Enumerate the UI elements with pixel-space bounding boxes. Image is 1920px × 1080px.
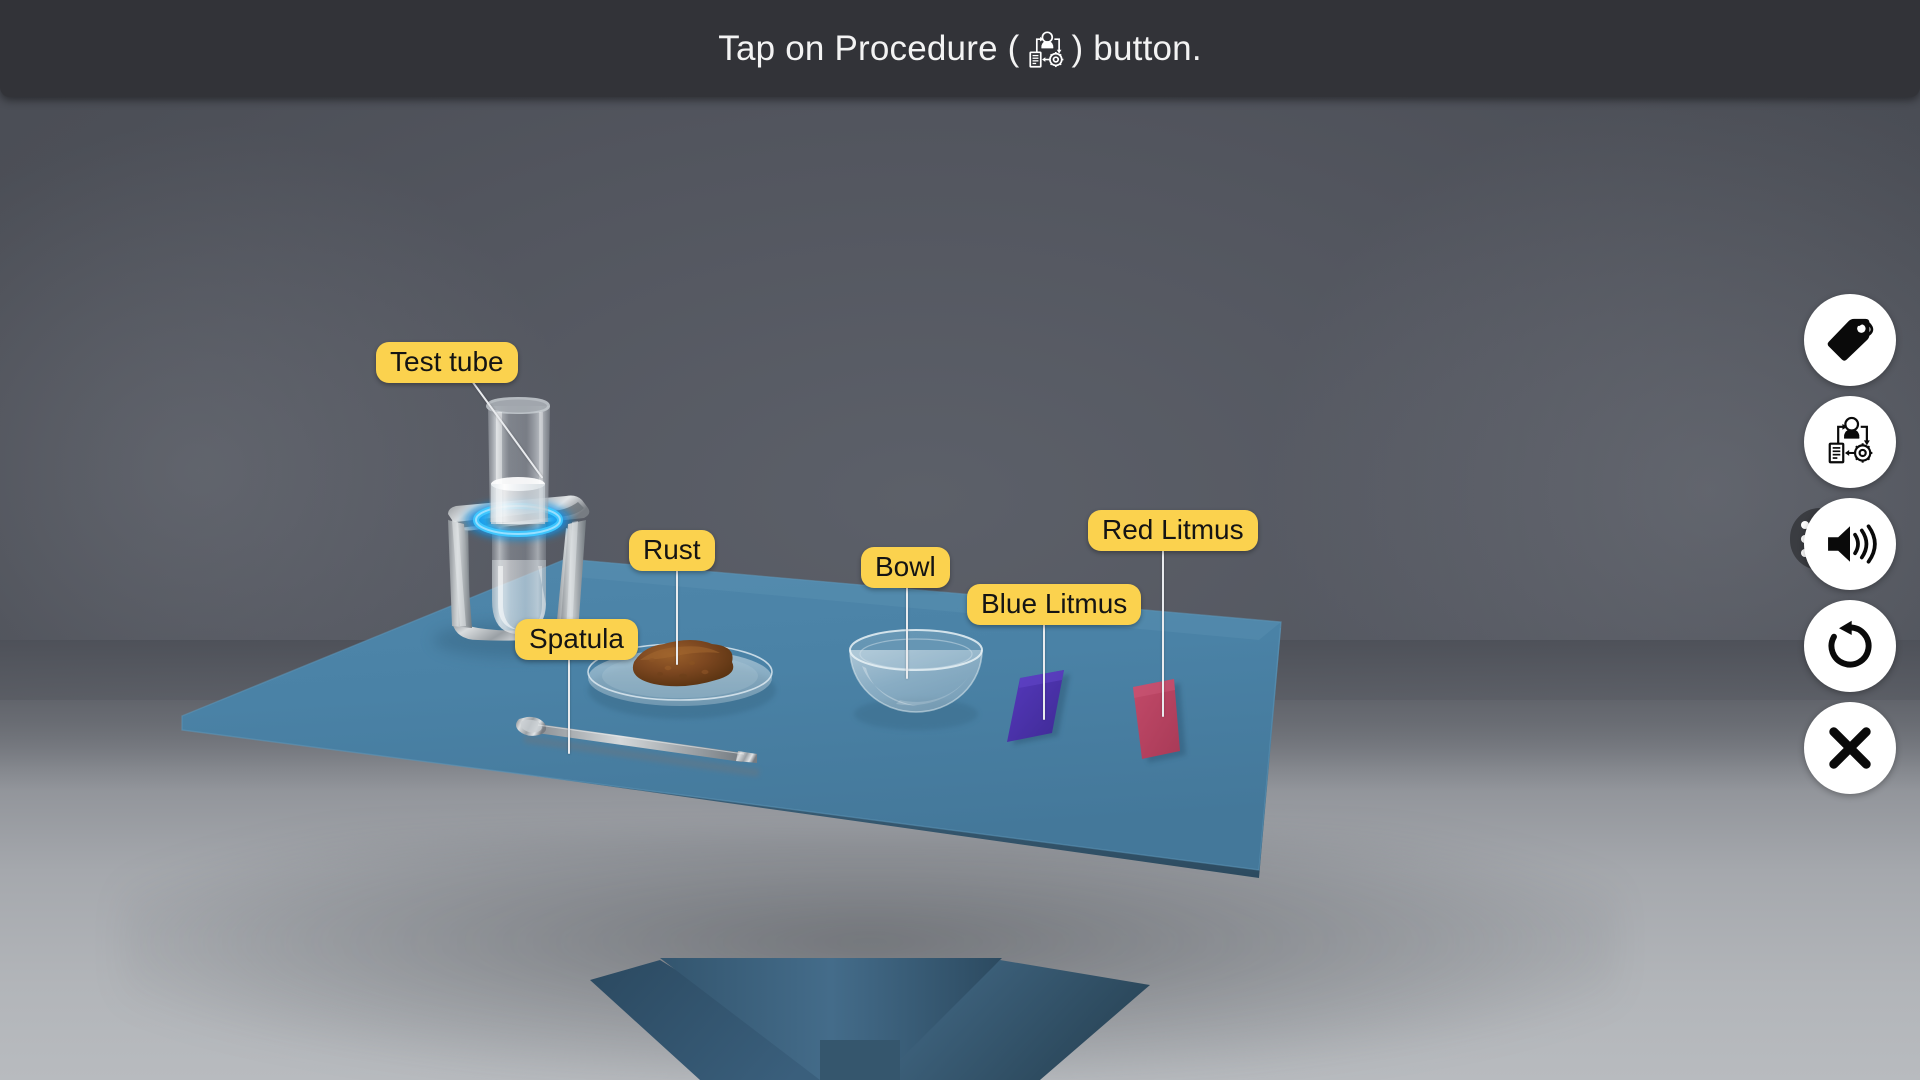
instruction-text-before: Tap on Procedure ( bbox=[718, 28, 1020, 68]
label-bowl[interactable]: Bowl bbox=[861, 547, 950, 589]
leader-line-rust bbox=[676, 567, 678, 665]
close-button[interactable] bbox=[1804, 702, 1896, 794]
sound-button[interactable] bbox=[1804, 498, 1896, 590]
procedure-icon bbox=[1823, 415, 1877, 469]
glass-bowl[interactable] bbox=[849, 629, 983, 730]
leader-line-spatula bbox=[568, 656, 570, 754]
instruction-banner: Tap on Procedure () button. bbox=[0, 0, 1920, 97]
label-red-litmus[interactable]: Red Litmus bbox=[1088, 510, 1258, 552]
label-rust[interactable]: Rust bbox=[629, 530, 715, 572]
lab-scene bbox=[181, 397, 1282, 1080]
reset-button[interactable] bbox=[1804, 600, 1896, 692]
red-litmus-paper[interactable] bbox=[1133, 679, 1186, 763]
leader-line-red-litmus bbox=[1162, 549, 1164, 717]
labels-button[interactable] bbox=[1804, 294, 1896, 386]
instruction-text: Tap on Procedure () button. bbox=[718, 26, 1202, 72]
simulation-stage: Test tube Spatula Rust Bowl Blue Litmus … bbox=[0, 0, 1920, 1080]
label-spatula[interactable]: Spatula bbox=[515, 619, 638, 661]
reset-icon bbox=[1823, 619, 1877, 673]
procedure-icon bbox=[1023, 28, 1069, 74]
label-blue-litmus[interactable]: Blue Litmus bbox=[967, 584, 1142, 626]
tag-icon bbox=[1824, 314, 1876, 366]
leader-line-bowl bbox=[906, 583, 908, 679]
close-icon bbox=[1824, 722, 1876, 774]
procedure-button[interactable] bbox=[1804, 396, 1896, 488]
instruction-text-after: ) button. bbox=[1071, 28, 1202, 68]
leader-line-blue-litmus bbox=[1043, 622, 1045, 720]
table-base bbox=[590, 958, 1150, 1080]
label-test-tube[interactable]: Test tube bbox=[376, 342, 518, 384]
speaker-icon bbox=[1823, 517, 1877, 571]
tool-panel bbox=[1804, 294, 1896, 794]
